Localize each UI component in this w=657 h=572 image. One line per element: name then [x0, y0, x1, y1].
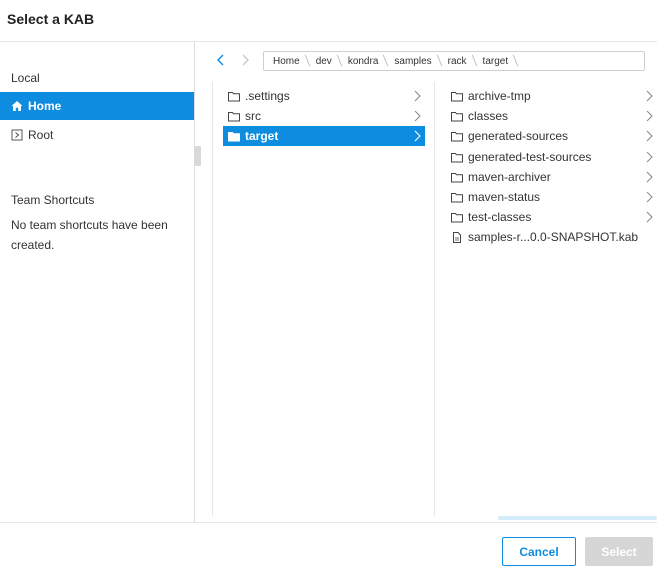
- sidebar-item-root[interactable]: Root: [0, 121, 194, 149]
- list-item-classes[interactable]: classes: [450, 106, 657, 126]
- folder-icon: [451, 192, 463, 202]
- folder-icon: [228, 111, 240, 121]
- chevron-right-icon: [646, 191, 653, 203]
- list-item-generated-test-sources[interactable]: generated-test-sources: [450, 147, 657, 167]
- list-item-label: target: [245, 129, 279, 143]
- dialog-title: Select a KAB: [7, 11, 95, 27]
- team-shortcuts-label: Team Shortcuts: [11, 193, 95, 207]
- list-item-archive-tmp[interactable]: archive-tmp: [450, 86, 657, 106]
- chevron-right-icon: [646, 90, 653, 102]
- breadcrumb-item-target[interactable]: target: [476, 52, 518, 70]
- team-shortcuts-empty-message: No team shortcuts have been created.: [11, 218, 168, 252]
- sidebar-item-label: Root: [28, 128, 54, 142]
- list-item-label: maven-archiver: [468, 170, 551, 184]
- sidebar-item-home[interactable]: Home: [0, 92, 194, 120]
- sidebar: Local Home Root Team Shortcuts No team s…: [0, 42, 195, 522]
- list-item-label: src: [245, 109, 261, 123]
- list-item-src[interactable]: src: [223, 106, 425, 126]
- folder-icon: [451, 152, 463, 162]
- select-button[interactable]: Select: [585, 537, 653, 566]
- list-item-label: .settings: [245, 89, 290, 103]
- breadcrumb: Home dev kondra samples rack target: [263, 51, 645, 71]
- list-item-label: maven-status: [468, 190, 541, 204]
- dialog-header: Select a KAB: [0, 0, 657, 42]
- chevron-right-icon: [646, 211, 653, 223]
- list-item-target[interactable]: target: [223, 126, 425, 146]
- list-item-maven-status[interactable]: maven-status: [450, 187, 657, 207]
- breadcrumb-item-samples[interactable]: samples: [387, 52, 440, 70]
- list-item-label: generated-test-sources: [468, 150, 592, 164]
- list-item-label: classes: [468, 109, 509, 123]
- list-item-settings[interactable]: .settings: [223, 86, 425, 106]
- sidebar-item-label: Home: [28, 99, 62, 113]
- list-item-kab-file[interactable]: samples-r...0.0-SNAPSHOT.kab: [450, 227, 657, 247]
- breadcrumb-item-rack[interactable]: rack: [441, 52, 476, 70]
- list-item-label: test-classes: [468, 210, 532, 224]
- chevron-right-icon: [414, 90, 421, 102]
- local-section-label: Local: [11, 71, 40, 85]
- chevron-right-icon: [646, 130, 653, 142]
- folder-icon: [451, 172, 463, 182]
- home-icon: [11, 101, 23, 111]
- loading-indicator: [498, 516, 657, 520]
- folder-icon: [451, 91, 463, 101]
- list-item-maven-archiver[interactable]: maven-archiver: [450, 167, 657, 187]
- folder-icon: [451, 212, 463, 222]
- chevron-right-icon: [646, 110, 653, 122]
- root-icon: [11, 129, 23, 141]
- breadcrumb-item-dev[interactable]: dev: [309, 52, 341, 70]
- folder-icon: [228, 91, 240, 101]
- list-item-label: samples-r...0.0-SNAPSHOT.kab: [468, 230, 639, 244]
- sidebar-scrollbar-thumb[interactable]: [195, 146, 201, 166]
- list-item-label: archive-tmp: [468, 89, 531, 103]
- file-column-2: archive-tmp classes generated-sources ge…: [436, 82, 657, 516]
- folder-icon: [228, 131, 240, 141]
- folder-icon: [451, 131, 463, 141]
- chevron-right-icon: [414, 130, 421, 142]
- dialog-footer: Cancel Select: [0, 522, 657, 572]
- chevron-right-icon: [414, 110, 421, 122]
- chevron-right-icon: [646, 171, 653, 183]
- back-arrow-icon[interactable]: [214, 53, 228, 67]
- breadcrumb-item-home[interactable]: Home: [266, 52, 309, 70]
- list-item-label: generated-sources: [468, 129, 569, 143]
- chevron-right-icon: [646, 151, 653, 163]
- folder-icon: [451, 111, 463, 121]
- forward-arrow-icon[interactable]: [238, 53, 252, 67]
- breadcrumb-item-kondra[interactable]: kondra: [341, 52, 388, 70]
- file-column-1: .settings src target: [212, 82, 435, 516]
- list-item-test-classes[interactable]: test-classes: [450, 207, 657, 227]
- list-item-generated-sources[interactable]: generated-sources: [450, 126, 657, 146]
- file-icon: [453, 231, 461, 243]
- cancel-button[interactable]: Cancel: [502, 537, 576, 566]
